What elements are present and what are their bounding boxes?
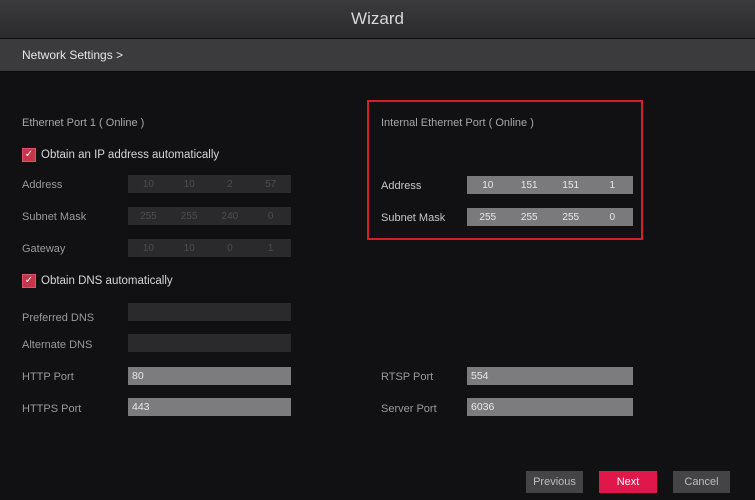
gateway-octet: 10 (142, 242, 154, 254)
preferred-dns-field (128, 303, 291, 321)
https-port-input[interactable]: 443 (128, 398, 291, 416)
check-icon: ✓ (22, 148, 36, 162)
subnet-octet: 255 (180, 210, 198, 222)
address-label: Address (22, 179, 63, 191)
subnet-octet: 240 (221, 210, 239, 222)
http-port-label: HTTP Port (22, 371, 74, 383)
obtain-dns-label: Obtain DNS automatically (41, 275, 173, 287)
subnet-octet: 255 (140, 210, 157, 222)
previous-button[interactable]: Previous (526, 471, 583, 493)
address-field: 10 10 2 57 (128, 175, 291, 193)
address-octet: 2 (227, 178, 233, 190)
next-button[interactable]: Next (599, 471, 657, 493)
http-port-value: 80 (132, 370, 144, 382)
https-port-label: HTTPS Port (22, 403, 82, 415)
preferred-dns-label: Preferred DNS (22, 312, 95, 324)
subnet-mask-field: 255 255 240 0 (128, 207, 291, 225)
obtain-ip-label: Obtain an IP address automatically (41, 149, 220, 161)
gateway-label: Gateway (22, 243, 66, 255)
ethernet1-title: Ethernet Port 1 ( Online ) (22, 117, 145, 129)
internal-port-title: Internal Ethernet Port ( Online ) (381, 117, 534, 129)
rtsp-port-input[interactable]: 554 (467, 367, 633, 385)
cancel-button[interactable]: Cancel (673, 471, 730, 493)
gateway-octet: 0 (227, 242, 233, 254)
title-bar: Wizard (0, 0, 755, 38)
address-octet: 10 (183, 178, 195, 190)
internal-address-octet[interactable]: 151 (550, 180, 592, 191)
internal-address-octet[interactable]: 1 (592, 180, 634, 191)
alternate-dns-field (128, 334, 291, 352)
rtsp-port-label: RTSP Port (381, 371, 434, 383)
internal-subnet-octet[interactable]: 255 (509, 212, 551, 223)
breadcrumb[interactable]: Network Settings > (22, 48, 123, 62)
gateway-field: 10 10 0 1 (128, 239, 291, 257)
subnet-octet: 0 (267, 210, 274, 222)
gateway-octet: 10 (183, 242, 195, 254)
https-port-value: 443 (132, 401, 150, 413)
server-port-label: Server Port (381, 403, 437, 415)
internal-subnet-label: Subnet Mask (381, 212, 446, 224)
address-octet: 10 (142, 178, 154, 190)
check-icon: ✓ (22, 274, 36, 288)
breadcrumb-bar: Network Settings > (0, 39, 755, 71)
window-title: Wizard (351, 9, 404, 28)
internal-subnet-octet[interactable]: 0 (592, 212, 634, 223)
internal-subnet-octet[interactable]: 255 (467, 212, 509, 223)
gateway-octet: 1 (267, 242, 274, 254)
address-octet: 57 (265, 178, 277, 190)
internal-address-octet[interactable]: 10 (467, 180, 509, 191)
server-port-value: 6036 (471, 401, 495, 413)
internal-address-label: Address (381, 180, 422, 192)
subnet-mask-label: Subnet Mask (22, 211, 87, 223)
internal-address-field[interactable]: 10 151 151 1 (467, 176, 633, 194)
obtain-ip-checkbox[interactable]: ✓ Obtain an IP address automatically (22, 148, 219, 162)
internal-subnet-field[interactable]: 255 255 255 0 (467, 208, 633, 226)
rtsp-port-value: 554 (471, 370, 489, 382)
obtain-dns-checkbox[interactable]: ✓ Obtain DNS automatically (22, 274, 173, 288)
http-port-input[interactable]: 80 (128, 367, 291, 385)
alternate-dns-label: Alternate DNS (22, 339, 93, 351)
internal-address-octet[interactable]: 151 (509, 180, 551, 191)
internal-subnet-octet[interactable]: 255 (550, 212, 592, 223)
server-port-input[interactable]: 6036 (467, 398, 633, 416)
